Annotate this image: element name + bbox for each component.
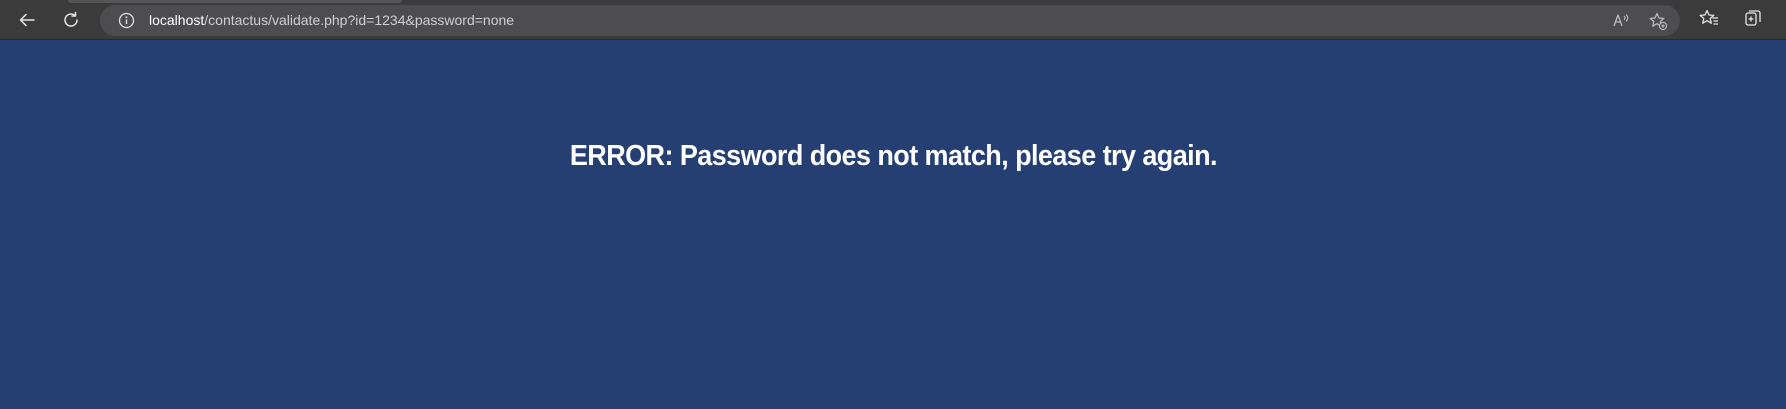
info-icon[interactable] xyxy=(118,12,135,29)
refresh-button[interactable] xyxy=(56,5,86,35)
url-path: /contactus/validate.php?id=1234&password… xyxy=(204,12,515,28)
back-arrow-icon xyxy=(17,10,37,30)
back-button[interactable] xyxy=(12,5,42,35)
collections-icon xyxy=(1743,8,1763,33)
collections-button[interactable] xyxy=(1741,8,1765,32)
page-content: ERROR: Password does not match, please t… xyxy=(0,40,1786,409)
active-tab-edge[interactable] xyxy=(68,0,402,3)
browser-toolbar: localhost/contactus/validate.php?id=1234… xyxy=(0,0,1786,40)
url-text[interactable]: localhost/contactus/validate.php?id=1234… xyxy=(149,5,514,36)
url-host: localhost xyxy=(149,12,205,28)
favorites-icon xyxy=(1699,8,1719,33)
read-aloud-icon[interactable] xyxy=(1611,11,1631,31)
favorites-button[interactable] xyxy=(1697,8,1721,32)
error-message: ERROR: Password does not match, please t… xyxy=(569,140,1218,172)
add-favorite-icon[interactable] xyxy=(1648,11,1668,31)
refresh-icon xyxy=(61,10,81,30)
address-bar[interactable]: localhost/contactus/validate.php?id=1234… xyxy=(100,5,1680,36)
